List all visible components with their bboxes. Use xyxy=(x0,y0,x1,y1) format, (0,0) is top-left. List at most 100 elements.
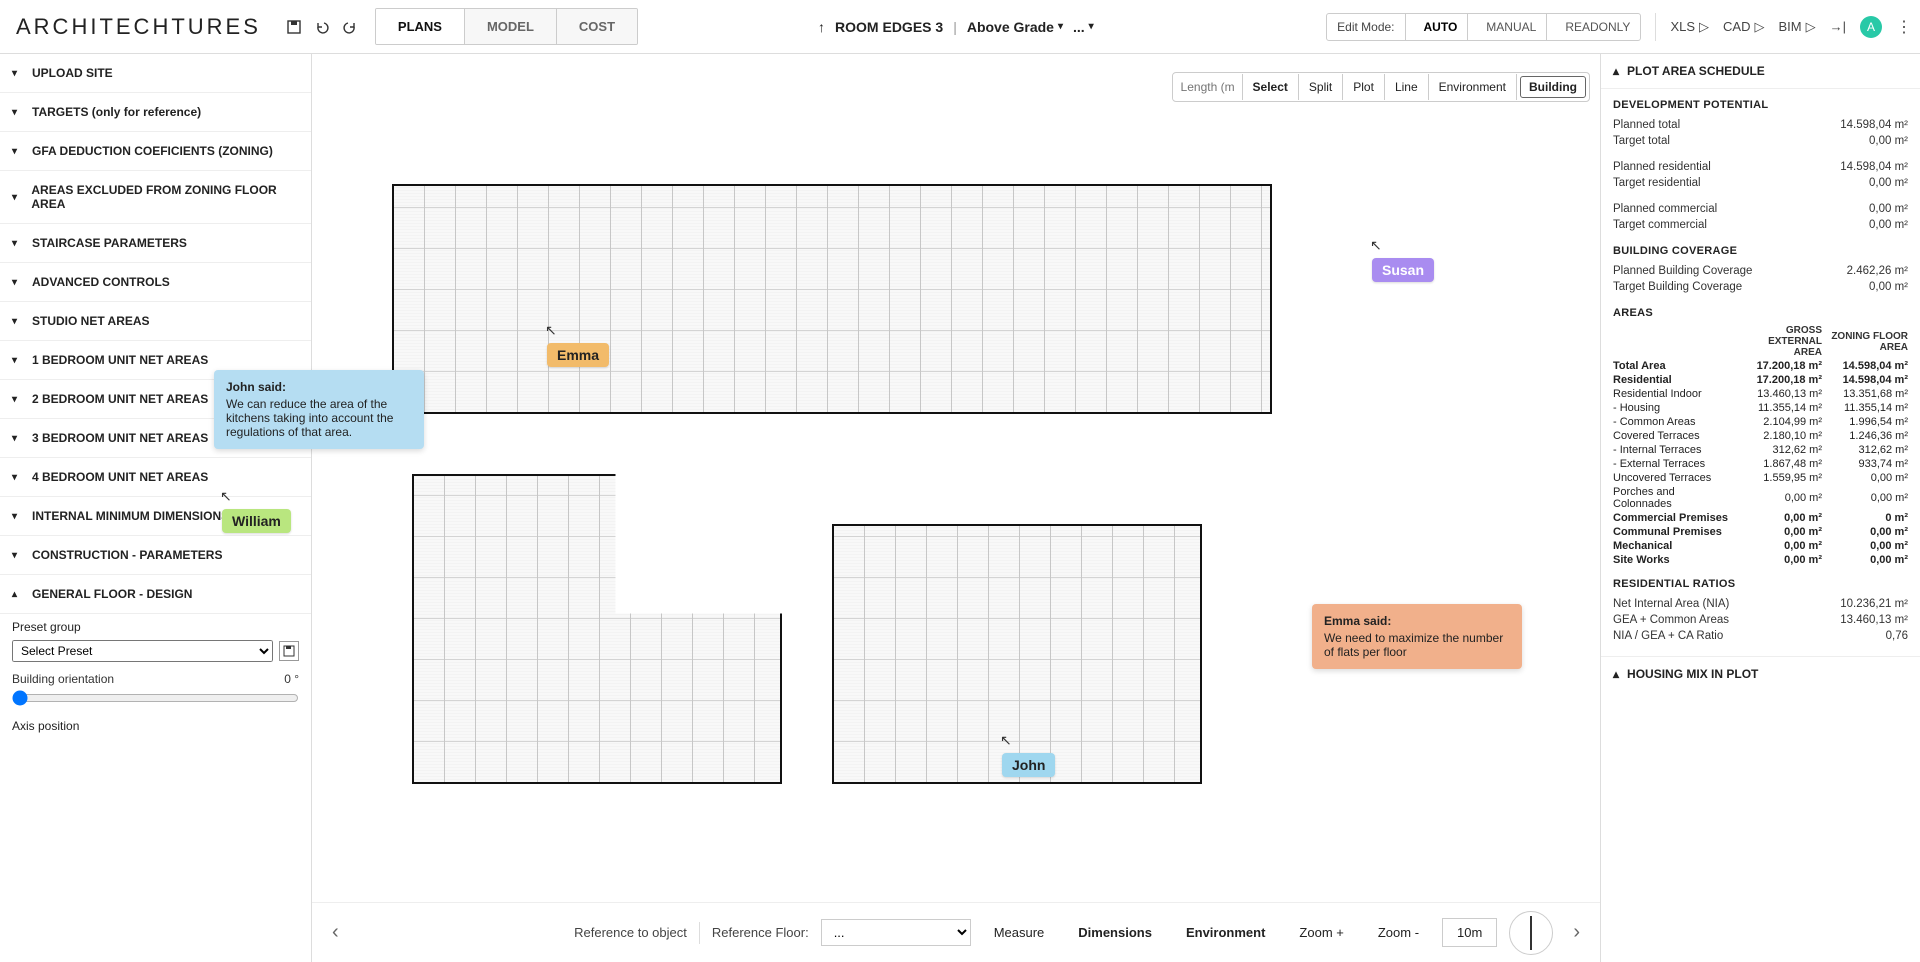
ref-object-label: Reference to object xyxy=(574,925,687,940)
bb-environment[interactable]: Environment xyxy=(1175,918,1276,947)
floorplan-block[interactable] xyxy=(392,184,1272,414)
accordion-item[interactable]: ▾ADVANCED CONTROLS xyxy=(0,263,311,302)
tab-model[interactable]: MODEL xyxy=(465,9,557,44)
logo: ARCHITECHTURES xyxy=(8,14,269,40)
grade-dropdown[interactable]: Above Grade ▾ xyxy=(967,19,1063,35)
nav-right-icon[interactable]: › xyxy=(1565,917,1588,948)
area-gea: 2.104,99 m² xyxy=(1742,416,1822,428)
area-gea: 0,00 m² xyxy=(1742,554,1822,566)
rp-header-plot-area[interactable]: ▴ PLOT AREA SCHEDULE xyxy=(1601,54,1920,89)
area-zfa: 0,00 m² xyxy=(1828,526,1908,538)
kv-key: Planned commercial xyxy=(1613,203,1717,215)
accordion-label: 3 BEDROOM UNIT NET AREAS xyxy=(32,431,208,445)
cursor-arrow-icon: ↖ xyxy=(220,488,232,505)
edit-mode-label: Edit Mode: xyxy=(1327,14,1405,40)
area-name: Mechanical xyxy=(1613,540,1736,552)
tool-plot[interactable]: Plot xyxy=(1343,74,1385,100)
chevron-icon: ▴ xyxy=(12,589,24,600)
kv-row: Target residential0,00 m² xyxy=(1613,175,1908,191)
edit-mode-readonly[interactable]: READONLY xyxy=(1555,14,1640,40)
length-input[interactable] xyxy=(1173,74,1243,100)
kv-row: Planned residential14.598,04 m² xyxy=(1613,159,1908,175)
section-title: AREAS xyxy=(1613,307,1908,319)
tool-split[interactable]: Split xyxy=(1299,74,1343,100)
redo-icon[interactable] xyxy=(341,18,359,36)
rp-ratios: RESIDENTIAL RATIOS Net Internal Area (NI… xyxy=(1601,568,1920,646)
comment-author: Emma said: xyxy=(1324,614,1510,628)
area-name: Residential xyxy=(1613,374,1736,386)
grade-value-dropdown[interactable]: ... ▾ xyxy=(1073,19,1094,35)
play-icon: ▷ xyxy=(1806,19,1816,35)
main-tabs: PLANS MODEL COST xyxy=(375,8,638,45)
bb-dimensions[interactable]: Dimensions xyxy=(1067,918,1163,947)
area-name: Commercial Premises xyxy=(1613,512,1736,524)
accordion-item[interactable]: ▾CONSTRUCTION - PARAMETERS xyxy=(0,536,311,575)
tool-building[interactable]: Building xyxy=(1520,76,1586,98)
tool-line[interactable]: Line xyxy=(1385,74,1429,100)
cursor-arrow-icon: ↖ xyxy=(1000,732,1012,749)
ref-floor-select[interactable]: ... xyxy=(821,919,971,946)
export-bim[interactable]: BIM ▷ xyxy=(1778,19,1815,35)
tool-environment[interactable]: Environment xyxy=(1429,74,1517,100)
export-cad[interactable]: CAD ▷ xyxy=(1723,19,1764,35)
area-gea: 0,00 m² xyxy=(1742,492,1822,504)
area-zfa: 1.996,54 m² xyxy=(1828,416,1908,428)
area-name: Uncovered Terraces xyxy=(1613,472,1736,484)
preset-group-label: Preset group xyxy=(12,620,299,634)
export-xls[interactable]: XLS ▷ xyxy=(1670,19,1709,35)
save-preset-icon[interactable] xyxy=(279,641,299,661)
tool-select[interactable]: Select xyxy=(1243,74,1299,100)
right-panel[interactable]: ▴ PLOT AREA SCHEDULE DEVELOPMENT POTENTI… xyxy=(1600,54,1920,962)
center-controls: ↑ ROOM EDGES 3 | Above Grade ▾ ... ▾ xyxy=(818,19,1094,35)
kv-value: 13.460,13 m² xyxy=(1840,614,1908,626)
save-icon[interactable] xyxy=(285,18,303,36)
edit-mode-manual[interactable]: MANUAL xyxy=(1476,14,1547,40)
tab-plans[interactable]: PLANS xyxy=(376,9,465,44)
canvas[interactable]: Select Split Plot Line Environment Build… xyxy=(312,54,1600,962)
preset-select[interactable]: Select Preset xyxy=(12,640,273,662)
undo-icon[interactable] xyxy=(313,18,331,36)
section-title: BUILDING COVERAGE xyxy=(1613,245,1908,257)
tab-cost[interactable]: COST xyxy=(557,9,637,44)
floorplan-block[interactable] xyxy=(412,474,782,784)
avatar[interactable]: A xyxy=(1860,16,1882,38)
accordion-item[interactable]: ▾ STUDIO NET AREAS xyxy=(0,302,311,341)
edit-mode-auto[interactable]: AUTO xyxy=(1414,14,1469,40)
divider xyxy=(1655,13,1656,41)
area-gea: 11.355,14 m² xyxy=(1742,402,1822,414)
rp-housing-mix[interactable]: ▴ HOUSING MIX IN PLOT xyxy=(1601,656,1920,691)
accordion-label: STUDIO NET AREAS xyxy=(32,314,150,328)
collapse-icon[interactable]: →| xyxy=(1830,19,1846,34)
kebab-menu-icon[interactable]: ⋮ xyxy=(1896,17,1912,37)
comment-john[interactable]: John said: We can reduce the area of the… xyxy=(214,370,424,449)
accordion-label: AREAS EXCLUDED FROM ZONING FLOOR AREA xyxy=(31,183,299,211)
accordion-item[interactable]: ▾TARGETS (only for reference) xyxy=(0,93,311,132)
cursor-john: ↖ John xyxy=(1002,734,1055,777)
up-arrow-icon[interactable]: ↑ xyxy=(818,19,825,35)
accordion-item[interactable]: ▾GFA DEDUCTION COEFICIENTS (ZONING) xyxy=(0,132,311,171)
accordion-item[interactable]: ▴GENERAL FLOOR - DESIGN xyxy=(0,575,311,614)
bb-measure[interactable]: Measure xyxy=(983,918,1056,947)
cursor-susan: ↖ Susan xyxy=(1372,239,1434,282)
area-name: - External Terraces xyxy=(1613,458,1736,470)
building-orientation-slider[interactable] xyxy=(12,690,299,706)
compass-icon[interactable] xyxy=(1509,911,1553,955)
kv-key: GEA + Common Areas xyxy=(1613,614,1729,626)
chevron-down-icon: ▾ xyxy=(1089,21,1094,32)
area-name: Site Works xyxy=(1613,554,1736,566)
bb-zoom-out[interactable]: Zoom - xyxy=(1367,918,1430,947)
nav-left-icon[interactable]: ‹ xyxy=(324,917,347,948)
accordion-item[interactable]: ▾STAIRCASE PARAMETERS xyxy=(0,224,311,263)
room-edges-dropdown[interactable]: ROOM EDGES 3 xyxy=(835,19,943,35)
chevron-icon: ▾ xyxy=(12,316,24,327)
accordion-item[interactable]: ▾AREAS EXCLUDED FROM ZONING FLOOR AREA xyxy=(0,171,311,224)
chevron-icon: ▾ xyxy=(12,472,24,483)
chevron-icon: ▾ xyxy=(12,68,24,79)
comment-emma[interactable]: Emma said: We need to maximize the numbe… xyxy=(1312,604,1522,669)
kv-value: 10.236,21 m² xyxy=(1840,598,1908,610)
accordion-item[interactable]: ▾UPLOAD SITE xyxy=(0,54,311,93)
col-header-gea: GROSS EXTERNAL AREA xyxy=(1742,325,1822,358)
area-name: - Internal Terraces xyxy=(1613,444,1736,456)
kv-key: Target commercial xyxy=(1613,219,1707,231)
bb-zoom-in[interactable]: Zoom + xyxy=(1288,918,1354,947)
